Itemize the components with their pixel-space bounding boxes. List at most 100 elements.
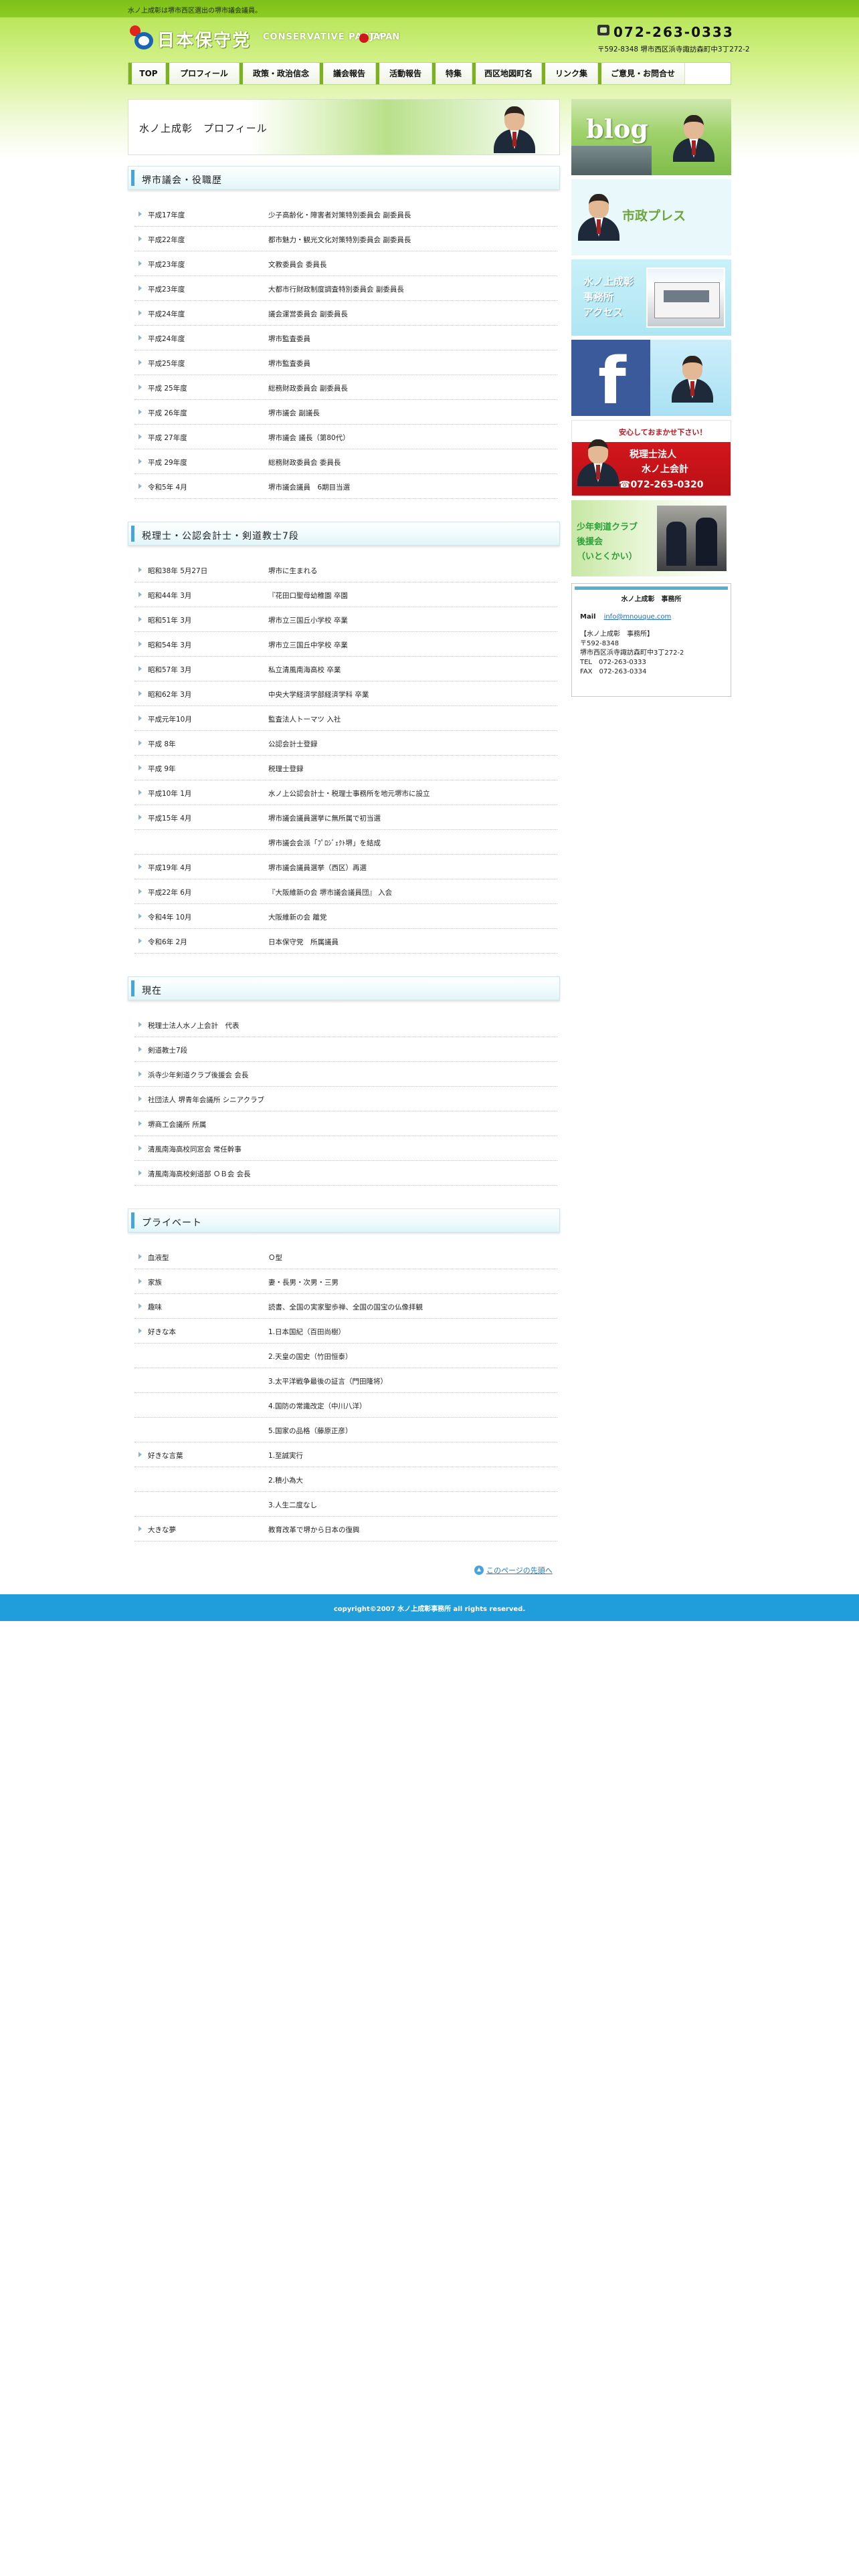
- list-item: 平成22年 6月 『大阪維新の会 堺市議会議員団』 入会: [134, 879, 557, 904]
- item-label: 平成 27年度: [148, 434, 187, 442]
- section-title: プライベート: [142, 1218, 202, 1228]
- item-value: Ｏ型: [268, 1254, 282, 1262]
- list-item: 平成 26年度 堺市議会 副議長: [134, 400, 557, 425]
- banner-office-access[interactable]: 水ノ上成彰 事務所 アクセス: [571, 259, 731, 336]
- nav-feature[interactable]: 特集: [432, 63, 472, 84]
- item-label: 税理士法人水ノ上会計 代表: [148, 1022, 240, 1030]
- nav-activity-report[interactable]: 活動報告: [376, 63, 432, 84]
- list-item: 令和5年 4月 堺市議会議員 6期目当選: [134, 474, 557, 499]
- bullet-arrow-icon: [138, 740, 142, 746]
- facebook-logo-letter: f: [598, 344, 626, 416]
- office-building-image: [646, 267, 725, 328]
- list-item: 平成15年 4月 堺市議会議員選挙に無所属で初当選: [134, 805, 557, 830]
- telephone-icon: [597, 25, 609, 35]
- item-value: 監査法人トーマツ 入社: [268, 716, 341, 724]
- list-item: 平成23年度 大都市行財政制度調査特別委員会 副委員長: [134, 276, 557, 301]
- list-item: 昭和62年 3月 中央大学経済学部経済学科 卒業: [134, 681, 557, 706]
- item-label: 平成17年度: [148, 211, 185, 219]
- item-value: 大阪維新の会 離党: [268, 914, 327, 922]
- list-item: 税理士法人水ノ上会計 代表: [134, 1012, 557, 1037]
- bullet-arrow-icon: [138, 1254, 142, 1259]
- office-mail-link[interactable]: info@mnouque.com: [604, 613, 672, 621]
- office-mail: Mail info@mnouque.com: [580, 613, 672, 621]
- bullet-arrow-icon: [138, 484, 142, 489]
- bullet-arrow-icon: [138, 1303, 142, 1309]
- list-item: 平成 25年度 総務財政委員会 副委員長: [134, 375, 557, 400]
- list-item: 昭和44年 3月 『花田口聖母幼稚園 卒園: [134, 582, 557, 607]
- tax-catchphrase: 安心しておまかせ下さい！: [619, 428, 707, 437]
- banner-blog[interactable]: blog: [571, 99, 731, 175]
- nav-contact[interactable]: ご意見・お問合せ: [598, 63, 685, 84]
- list-item: 平成 9年 税理士登録: [134, 756, 557, 780]
- list-item: 家族 妻・長男・次男・三男: [134, 1269, 557, 1294]
- list-item: 昭和38年 5月27日 堺市に生まれる: [134, 558, 557, 582]
- list-item: 令和4年 10月 大阪維新の会 離党: [134, 904, 557, 929]
- item-value: 中央大学経済学部経済学科 卒業: [268, 691, 369, 699]
- list-item: 社団法人 堺青年会議所 シニアクラブ: [134, 1087, 557, 1111]
- item-value: 堺市議会議員選挙（西区）再選: [268, 864, 367, 872]
- banner-kendo-club[interactable]: 少年剣道クラブ 後援会 （いとくかい）: [571, 500, 731, 576]
- item-label: 平成 25年度: [148, 385, 187, 393]
- office-line: 〒592-8348: [580, 640, 619, 647]
- nav-links[interactable]: リンク集: [542, 63, 598, 84]
- nav-nishiku-map[interactable]: 西区地図町名: [472, 63, 542, 84]
- site-tagline: 水ノ上成彰は堺市西区選出の堺市議会議員。: [128, 7, 262, 15]
- office-address: 〒592-8348 堺市西区浜寺諏訪森町中3丁272-2: [597, 45, 750, 53]
- item-label: 平成 8年: [148, 740, 176, 748]
- bullet-arrow-icon: [138, 360, 142, 365]
- nav-assembly-report[interactable]: 議会報告: [320, 63, 376, 84]
- portrait-image: [672, 111, 716, 171]
- sidebar: blog 市政プレス 水ノ上成彰 事務所 アクセス f 安心しておまかせ下さい！…: [571, 99, 731, 697]
- item-label: 平成元年10月: [148, 716, 192, 724]
- nav-policy[interactable]: 政策・政治信念: [240, 63, 320, 84]
- office-line: 堺市西区浜寺諏訪森町中3丁272-2: [580, 649, 684, 657]
- bullet-arrow-icon: [138, 617, 142, 622]
- profile-section: 堺市議会・役職歴 平成17年度 少子高齢化・障害者対策特別委員会 副委員長 平成22年…: [128, 166, 560, 499]
- bullet-arrow-icon: [138, 434, 142, 439]
- item-label: 平成23年度: [148, 286, 185, 294]
- list-item: 5.国家の品格（藤原正彦）: [134, 1418, 557, 1442]
- nav-profile[interactable]: プロフィール: [166, 63, 240, 84]
- bullet-arrow-icon: [138, 211, 142, 217]
- bullet-arrow-icon: [138, 409, 142, 415]
- item-value: 文教委員会 委員長: [268, 261, 327, 269]
- bullet-arrow-icon: [138, 716, 142, 721]
- bullet-arrow-icon: [138, 1047, 142, 1052]
- list-item: 剣道教士7段: [134, 1037, 557, 1062]
- bullet-arrow-icon: [138, 815, 142, 820]
- main-content: 水ノ上成彰 プロフィール 堺市議会・役職歴 平成17年度 少子高齢化・障害者対策特別…: [128, 99, 560, 1541]
- bullet-arrow-icon: [138, 889, 142, 894]
- banner-city-press[interactable]: 市政プレス: [571, 179, 731, 255]
- item-value: 総務財政委員会 委員長: [268, 459, 341, 467]
- bullet-arrow-icon: [138, 335, 142, 340]
- party-logo[interactable]: 日本保守党 CONSERVATIVE PARTY JAPAN: [128, 24, 399, 52]
- page-top-link[interactable]: このページの先頭へ: [474, 1565, 553, 1576]
- item-label: 好きな本: [148, 1328, 176, 1336]
- bullet-arrow-icon: [138, 1452, 142, 1457]
- item-value: 5.国家の品格（藤原正彦）: [268, 1427, 353, 1435]
- arrow-up-icon: [474, 1566, 484, 1575]
- portrait-image: [576, 435, 620, 496]
- office-info-heading: 水ノ上成彰 事務所: [621, 596, 682, 603]
- banner-tax-office[interactable]: 安心しておまかせ下さい！ 税理士法人 水ノ上会計 ☎072-263-0320: [571, 420, 731, 496]
- phone-number: 072-263-0333: [597, 24, 733, 40]
- section-heading: プライベート: [128, 1208, 560, 1232]
- item-value: 堺市議会 議長（第80代）: [268, 434, 350, 442]
- item-value: 堺市監査委員: [268, 335, 310, 343]
- item-value: 日本保守党 所属議員: [268, 938, 339, 946]
- bullet-arrow-icon: [138, 1279, 142, 1284]
- item-value: 水ノ上公認会計士・税理士事務所を地元堺市に設立: [268, 790, 430, 798]
- bullet-arrow-icon: [138, 1328, 142, 1333]
- list-item: 平成元年10月 監査法人トーマツ 入社: [134, 706, 557, 731]
- section-title: 税理士・公認会計士・剣道教士7段: [142, 531, 299, 542]
- bullet-arrow-icon: [138, 1170, 142, 1176]
- item-label: 平成 9年: [148, 765, 176, 773]
- banner-facebook[interactable]: f: [571, 340, 731, 416]
- bullet-arrow-icon: [138, 261, 142, 266]
- list-item: 堺市議会会派「ﾌﾟﾛｼﾞｪｸﾄ堺」を結成: [134, 830, 557, 855]
- item-label: 令和4年 10月: [148, 914, 192, 922]
- footer: copyright©2007 水ノ上成彰事務所 all rights reser…: [0, 1594, 859, 1621]
- logo-text-en2: JAPAN: [370, 32, 400, 42]
- nav-top[interactable]: TOP: [128, 63, 166, 84]
- item-label: 家族: [148, 1279, 162, 1287]
